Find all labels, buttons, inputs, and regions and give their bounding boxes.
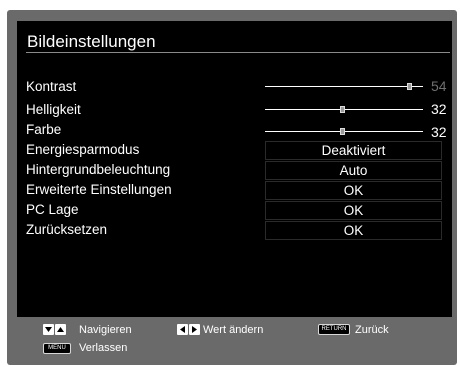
energiesparmodus-value-box[interactable]: Deaktiviert	[265, 141, 442, 160]
menu-item-farbe[interactable]: Farbe 32	[26, 121, 451, 140]
menu-item-pc-lage[interactable]: PC Lage OK	[26, 201, 451, 220]
settings-panel: Bildeinstellungen Kontrast 54 Helligkeit…	[17, 21, 452, 317]
menu-item-hintergrundbeleuchtung[interactable]: Hintergrundbeleuchtung Auto	[26, 161, 451, 180]
return-key-icon: RETURN	[318, 324, 350, 335]
left-arrow-icon	[177, 324, 188, 335]
helligkeit-value: 32	[431, 101, 447, 117]
menu-item-zuruecksetzen[interactable]: Zurücksetzen OK	[26, 221, 451, 240]
zuruecksetzen-ok-button[interactable]: OK	[265, 221, 442, 240]
hintergrundbeleuchtung-value-box[interactable]: Auto	[265, 161, 442, 180]
menu-item-energiesparmodus[interactable]: Energiesparmodus Deaktiviert	[26, 141, 451, 160]
menu-item-label: Farbe	[26, 122, 62, 137]
helligkeit-slider-thumb[interactable]	[340, 106, 345, 113]
down-arrow-icon	[43, 324, 54, 335]
page-title: Bildeinstellungen	[27, 32, 156, 51]
osd-window: Bildeinstellungen Kontrast 54 Helligkeit…	[7, 10, 457, 365]
menu-item-erweiterte-einstellungen[interactable]: Erweiterte Einstellungen OK	[26, 181, 451, 200]
up-arrow-icon	[55, 324, 66, 335]
farbe-value: 32	[431, 124, 447, 140]
kontrast-slider-track-end	[415, 86, 423, 87]
right-arrow-icon	[189, 324, 200, 335]
change-value-hint: Wert ändern	[203, 324, 264, 336]
exit-hint: Verlassen	[79, 342, 128, 354]
kontrast-slider-thumb[interactable]	[407, 83, 412, 90]
back-hint: Zurück	[355, 324, 389, 336]
menu-item-label: Zurücksetzen	[26, 222, 108, 237]
menu-item-label: Hintergrundbeleuchtung	[26, 162, 171, 177]
erweiterte-einstellungen-ok-button[interactable]: OK	[265, 181, 442, 200]
menu-item-helligkeit[interactable]: Helligkeit 32	[26, 101, 451, 118]
farbe-slider-thumb[interactable]	[340, 128, 345, 135]
menu-item-kontrast[interactable]: Kontrast 54	[26, 78, 451, 95]
menu-item-label: PC Lage	[26, 202, 79, 217]
menu-item-label: Helligkeit	[26, 102, 81, 117]
kontrast-slider-track[interactable]	[265, 86, 415, 87]
pc-lage-ok-button[interactable]: OK	[265, 201, 442, 220]
help-bar: Navigieren Wert ändern RETURN Zurück MEN…	[17, 317, 452, 365]
menu-item-label: Kontrast	[26, 79, 77, 94]
kontrast-value: 54	[431, 78, 447, 94]
menu-item-label: Energiesparmodus	[26, 142, 140, 157]
title-divider	[26, 52, 450, 53]
navigate-hint: Navigieren	[79, 324, 132, 336]
menu-item-label: Erweiterte Einstellungen	[26, 182, 172, 197]
menu-key-icon: MENU	[43, 343, 71, 354]
